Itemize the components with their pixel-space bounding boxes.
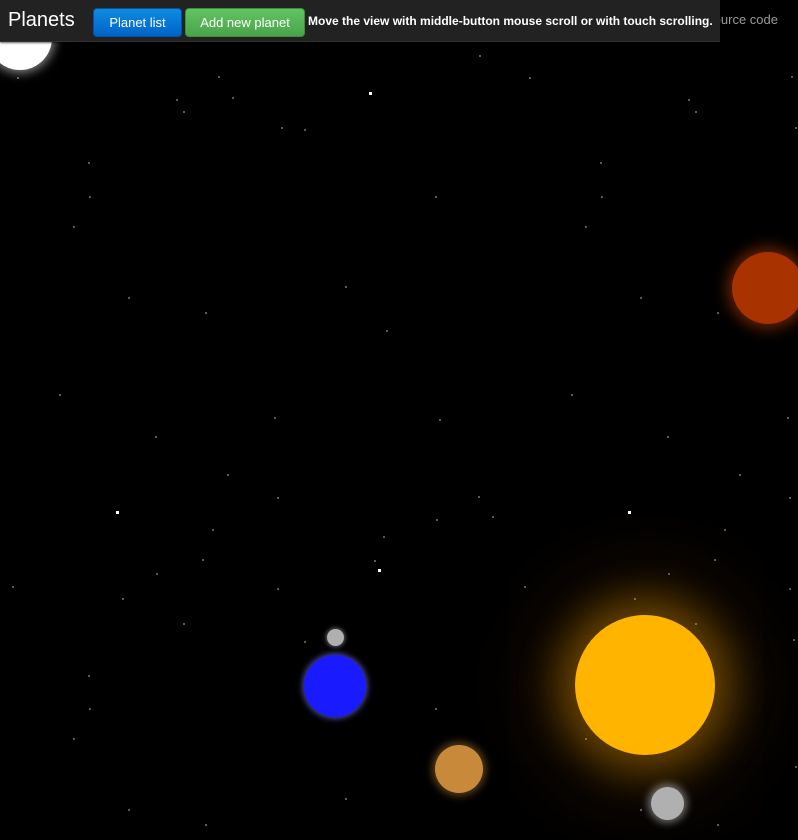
star	[667, 436, 669, 438]
star	[634, 598, 636, 600]
star	[585, 226, 587, 228]
space-canvas[interactable]	[0, 0, 798, 840]
red-planet[interactable]	[732, 252, 798, 324]
star	[88, 675, 90, 677]
star	[345, 798, 347, 800]
star	[227, 474, 229, 476]
star	[435, 196, 437, 198]
star	[212, 529, 214, 531]
star	[739, 474, 741, 476]
star	[571, 394, 573, 396]
star	[369, 92, 372, 95]
star	[795, 127, 797, 129]
star	[176, 99, 178, 101]
star	[668, 573, 670, 575]
star	[585, 738, 587, 740]
star	[281, 127, 283, 129]
star	[439, 419, 441, 421]
star	[524, 586, 526, 588]
star	[478, 496, 480, 498]
source-code-label: Source code	[720, 12, 778, 27]
star	[156, 573, 158, 575]
star	[628, 511, 631, 514]
star	[277, 497, 279, 499]
star	[640, 809, 642, 811]
star	[73, 738, 75, 740]
navigation-hint: Move the view with middle-button mouse s…	[308, 14, 713, 28]
orange-planet[interactable]	[435, 745, 483, 793]
star	[89, 708, 91, 710]
star	[436, 519, 438, 521]
star	[717, 824, 719, 826]
star	[386, 330, 388, 332]
star	[88, 162, 90, 164]
star	[17, 77, 19, 79]
star	[183, 623, 185, 625]
star	[724, 529, 726, 531]
star	[695, 111, 697, 113]
star	[793, 639, 795, 641]
star	[374, 560, 376, 562]
star	[529, 77, 531, 79]
moon[interactable]	[327, 629, 344, 646]
star	[492, 516, 494, 518]
star	[205, 824, 207, 826]
star	[183, 111, 185, 113]
star	[787, 417, 789, 419]
sun[interactable]	[575, 615, 715, 755]
star	[155, 436, 157, 438]
star	[640, 297, 642, 299]
star	[795, 766, 797, 768]
blue-planet[interactable]	[304, 655, 366, 717]
star	[695, 623, 697, 625]
star	[789, 497, 791, 499]
star	[277, 588, 279, 590]
star	[304, 641, 306, 643]
star	[383, 536, 385, 538]
star	[73, 226, 75, 228]
star	[479, 55, 481, 57]
star	[378, 569, 381, 572]
star	[435, 708, 437, 710]
star	[345, 286, 347, 288]
star	[122, 598, 124, 600]
star	[59, 394, 61, 396]
star	[717, 312, 719, 314]
star	[218, 76, 220, 78]
star	[274, 417, 276, 419]
source-code-link[interactable]: Source code	[720, 11, 798, 29]
brand-title: Planets	[8, 9, 75, 31]
star	[791, 76, 793, 78]
star	[600, 162, 602, 164]
star	[202, 559, 204, 561]
moon[interactable]	[651, 787, 684, 820]
star	[128, 297, 130, 299]
star	[205, 312, 207, 314]
star	[304, 129, 306, 131]
star	[89, 196, 91, 198]
star	[12, 586, 14, 588]
planet-list-button[interactable]: Planet list	[93, 8, 182, 37]
star	[789, 588, 791, 590]
star	[116, 511, 119, 514]
star	[688, 99, 690, 101]
add-new-planet-button[interactable]: Add new planet	[185, 8, 305, 37]
star	[714, 559, 716, 561]
star	[601, 196, 603, 198]
star	[232, 97, 234, 99]
navbar: Planets Planet list Add new planet Move …	[0, 0, 720, 42]
star	[128, 809, 130, 811]
